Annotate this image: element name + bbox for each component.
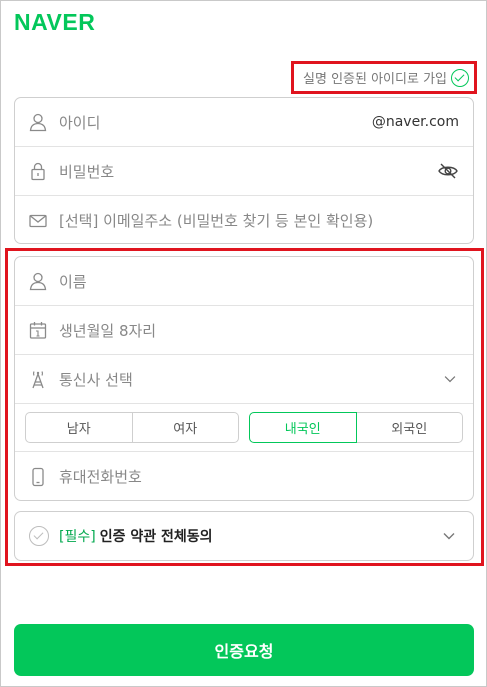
terms-agree-label: [필수] 인증 약관 전체동의 [59,526,212,546]
gender-option-male[interactable]: 남자 [25,412,133,443]
eye-slash-icon[interactable] [437,160,459,182]
id-field[interactable]: 아이디 @naver.com [15,98,473,147]
real-name-signup-link[interactable]: 실명 인증된 아이디로 가입 [303,68,447,87]
birth-input[interactable]: 생년월일 8자리 [59,320,156,341]
calendar-icon [29,322,47,339]
id-domain-suffix: @naver.com [371,114,459,130]
email-field[interactable]: [선택] 이메일주소 (비밀번호 찾기 등 본인 확인용) [15,196,473,245]
chevron-down-icon[interactable] [441,370,459,388]
envelope-icon [29,214,47,227]
email-input[interactable]: [선택] 이메일주소 (비밀번호 찾기 등 본인 확인용) [59,210,373,231]
user-icon [29,113,47,132]
gender-nationality-row: 남자 여자 내국인 외국인 [15,404,473,452]
request-verification-button[interactable]: 인증요청 [14,624,474,676]
user-icon [29,272,47,291]
identity-fields-group: 이름 생년월일 8자리 통신사 선택 남자 여자 내국인 외국인 휴대전화번호 [14,256,474,501]
birth-field[interactable]: 생년월일 8자리 [15,306,473,355]
account-fields-group: 아이디 @naver.com 비밀번호 [선택] 이메일주소 (비밀번호 찾기 … [14,97,474,244]
password-input[interactable]: 비밀번호 [59,161,114,182]
required-tag: [필수] [59,529,96,545]
check-circle-icon[interactable] [29,526,49,546]
terms-agree-all[interactable]: [필수] 인증 약관 전체동의 [14,511,474,561]
nationality-option-foreign[interactable]: 외국인 [356,412,463,443]
phone-icon [32,467,44,486]
check-circle-icon [451,68,469,87]
carrier-select[interactable]: 통신사 선택 [59,369,133,390]
nationality-option-domestic[interactable]: 내국인 [249,412,357,443]
naver-logo: NAVER [14,9,96,35]
terms-agree-text: 인증 약관 전체동의 [99,529,213,545]
name-input[interactable]: 이름 [59,271,87,292]
chevron-down-icon[interactable] [441,528,457,544]
password-field[interactable]: 비밀번호 [15,147,473,196]
phone-input[interactable]: 휴대전화번호 [59,466,142,487]
antenna-icon [32,371,44,389]
gender-option-female[interactable]: 여자 [132,412,239,443]
nationality-toggle: 내국인 외국인 [249,412,463,443]
lock-icon [31,162,45,181]
name-field[interactable]: 이름 [15,257,473,306]
phone-field[interactable]: 휴대전화번호 [15,452,473,501]
carrier-field[interactable]: 통신사 선택 [15,355,473,404]
real-name-signup-highlight[interactable]: 실명 인증된 아이디로 가입 [291,61,477,94]
id-input[interactable]: 아이디 [59,112,100,133]
gender-toggle: 남자 여자 [25,412,239,443]
